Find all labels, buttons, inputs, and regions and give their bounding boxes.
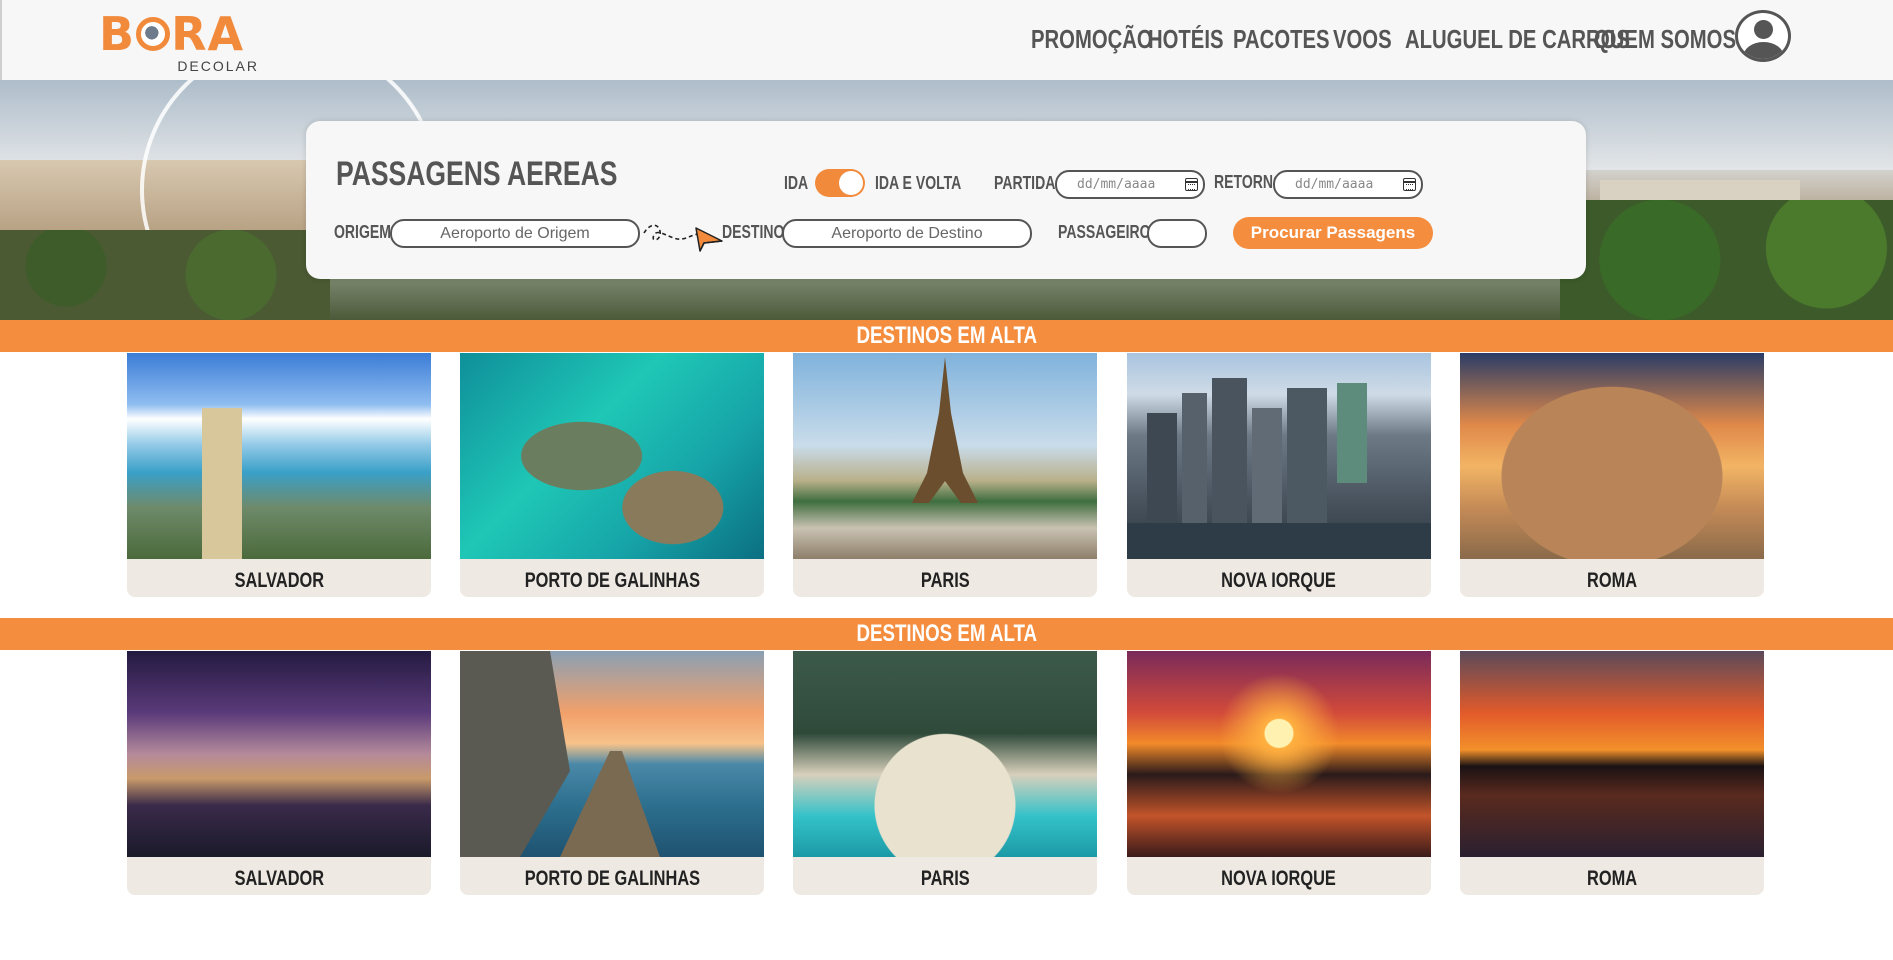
destination-card[interactable]: ROMA [1460, 651, 1764, 895]
eiffel-tower-photo [793, 353, 1097, 559]
destination-name: ROMA [1586, 569, 1638, 592]
calendar-icon[interactable] [1185, 178, 1198, 191]
section-title: DESTINOS EM ALTA [0, 320, 1893, 352]
destination-card[interactable]: PORTO DE GALINHAS [460, 651, 764, 895]
nav-voos[interactable]: VOOS [1333, 24, 1408, 55]
trip-type-toggle[interactable] [815, 169, 865, 197]
destination-name: PORTO DE GALINHAS [524, 867, 700, 890]
logo-subtitle: DECOLAR [177, 58, 259, 74]
destination-name: ROMA [1586, 867, 1638, 890]
castle-night-photo [127, 651, 431, 857]
city-sunset-photo [1460, 651, 1764, 857]
search-title: PASSAGENS AEREAS [336, 155, 618, 193]
destination-card[interactable]: NOVA IORQUE [1127, 651, 1431, 895]
destination-name: PARIS [920, 569, 970, 592]
destination-card[interactable]: SALVADOR [127, 353, 431, 597]
destination-name: SALVADOR [234, 867, 324, 890]
ida-volta-label: IDA E VOLTA [875, 173, 962, 193]
colosseum-photo [1460, 353, 1764, 559]
new-york-skyline-photo [1127, 353, 1431, 559]
destination-card[interactable]: PARIS [793, 353, 1097, 597]
nav-hoteis[interactable]: HOTÉIS [1148, 24, 1245, 55]
destination-card[interactable]: ROMA [1460, 353, 1764, 597]
pier-sunset-photo [460, 651, 764, 857]
origem-input[interactable]: Aeroporto de Origem [390, 219, 640, 248]
destination-card[interactable]: PORTO DE GALINHAS [460, 353, 764, 597]
destino-input[interactable]: Aeroporto de Destino [782, 219, 1032, 248]
partida-date-input[interactable]: dd/mm/aaaa [1055, 170, 1205, 199]
user-icon[interactable] [1735, 10, 1791, 62]
reef-aerial-photo [460, 353, 764, 559]
destination-name: NOVA IORQUE [1221, 867, 1337, 890]
destination-name: PARIS [920, 867, 970, 890]
flight-search-form: PASSAGENS AEREAS IDA IDA E VOLTA PARTIDA… [306, 121, 1586, 279]
destination-card[interactable]: PARIS [793, 651, 1097, 895]
ida-label: IDA [784, 173, 809, 193]
destination-name: SALVADOR [234, 569, 324, 592]
globe-icon [136, 16, 171, 51]
calendar-icon[interactable] [1403, 178, 1416, 191]
tropical-bay-photo [793, 651, 1097, 857]
section-title: DESTINOS EM ALTA [0, 618, 1893, 650]
palm-sunset-photo [1127, 651, 1431, 857]
destination-name: PORTO DE GALINHAS [524, 569, 700, 592]
destination-card[interactable]: SALVADOR [127, 651, 431, 895]
salvador-elevator-photo [127, 353, 431, 559]
plane-path-icon [643, 224, 723, 252]
destination-name: NOVA IORQUE [1221, 569, 1337, 592]
search-flights-button[interactable]: Procurar Passagens [1233, 217, 1433, 249]
destination-card[interactable]: NOVA IORQUE [1127, 353, 1431, 597]
top-navbar: B RA DECOLAR PROMOÇÃO HOTÉIS PACOTES VOOS… [0, 0, 1893, 80]
logo-wordmark: B RA [99, 7, 245, 61]
passageiros-input[interactable] [1147, 219, 1207, 248]
retorno-date-input[interactable]: dd/mm/aaaa [1273, 170, 1423, 199]
logo[interactable]: B RA DECOLAR [99, 7, 259, 74]
